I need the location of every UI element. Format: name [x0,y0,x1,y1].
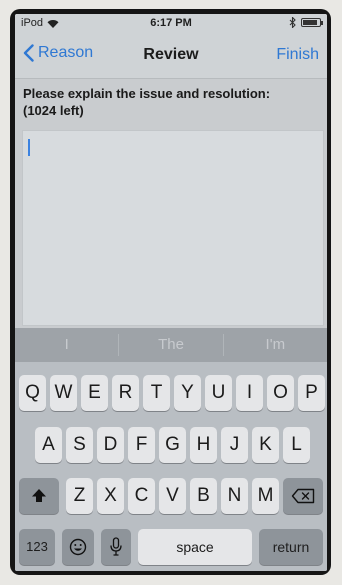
key-s[interactable]: S [66,427,93,463]
key-w[interactable]: W [50,375,77,411]
key-i[interactable]: I [236,375,263,411]
prompt-text: Please explain the issue and resolution: [23,86,271,101]
keyboard: QWERTYUIOP ASDFGHJKL ZXCVBNM 123 space r… [15,362,327,571]
key-h[interactable]: H [190,427,217,463]
status-bar: iPod 6:17 PM [15,14,327,32]
key-y[interactable]: Y [174,375,201,411]
prediction-1[interactable]: I [15,328,118,362]
shift-key[interactable] [19,478,59,514]
key-q[interactable]: Q [19,375,46,411]
dictation-key[interactable] [101,529,131,565]
bluetooth-icon [289,17,296,28]
predictive-bar: I The I'm [15,328,327,362]
key-f[interactable]: F [128,427,155,463]
key-z[interactable]: Z [66,478,93,514]
key-j[interactable]: J [221,427,248,463]
status-right [289,17,323,28]
key-m[interactable]: M [252,478,279,514]
key-x[interactable]: X [97,478,124,514]
key-a[interactable]: A [35,427,62,463]
explanation-textarea[interactable] [22,130,324,326]
return-key[interactable]: return [259,529,323,565]
prediction-3[interactable]: I'm [224,328,327,362]
key-d[interactable]: D [97,427,124,463]
key-l[interactable]: L [283,427,310,463]
navigation-bar: Reason Review Finish [15,32,327,79]
delete-key[interactable] [283,478,323,514]
characters-remaining: (1024 left) [23,103,84,118]
key-o[interactable]: O [267,375,294,411]
key-b[interactable]: B [190,478,217,514]
text-caret [28,139,30,156]
key-e[interactable]: E [81,375,108,411]
battery-icon [301,18,323,27]
numbers-key[interactable]: 123 [19,529,55,565]
key-p[interactable]: P [298,375,325,411]
finish-button[interactable]: Finish [276,46,319,64]
key-u[interactable]: U [205,375,232,411]
emoji-icon [69,538,87,556]
microphone-icon [110,537,122,556]
shift-arrow-icon [32,489,46,502]
key-r[interactable]: R [112,375,139,411]
key-t[interactable]: T [143,375,170,411]
space-key[interactable]: space [138,529,252,565]
prediction-2[interactable]: The [119,328,222,362]
key-v[interactable]: V [159,478,186,514]
backspace-icon [291,488,315,504]
prompt-label: Please explain the issue and resolution:… [23,85,323,119]
emoji-key[interactable] [62,529,94,565]
key-g[interactable]: G [159,427,186,463]
key-k[interactable]: K [252,427,279,463]
status-time: 6:17 PM [150,17,192,29]
key-n[interactable]: N [221,478,248,514]
key-c[interactable]: C [128,478,155,514]
screen: iPod 6:17 PM Reason Review Finish Please… [15,14,327,571]
